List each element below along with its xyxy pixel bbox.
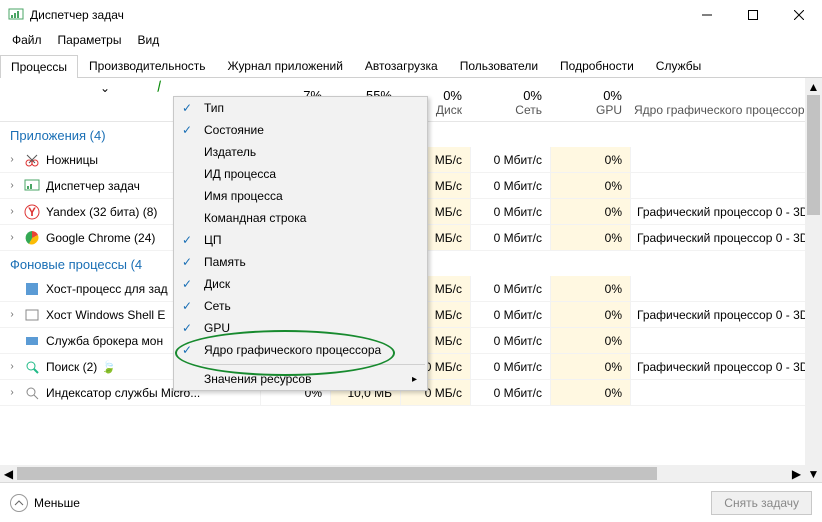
svg-text:Y: Y: [28, 205, 36, 219]
ctx-command-line[interactable]: Командная строка: [174, 207, 427, 229]
expand-icon[interactable]: ›: [6, 154, 18, 165]
process-name: Хост Windows Shell E: [46, 308, 165, 322]
process-name: Google Chrome (24): [46, 231, 155, 245]
snipping-icon: [24, 152, 40, 168]
search-app-icon: [24, 359, 40, 375]
sort-chevron-icon: ⌄: [100, 81, 110, 95]
menu-file[interactable]: Файл: [4, 31, 50, 49]
window-title: Диспетчер задач: [30, 8, 684, 22]
expand-icon[interactable]: ›: [6, 180, 18, 191]
ctx-type[interactable]: ✓Тип: [174, 97, 427, 119]
process-name: Служба брокера мон: [46, 334, 163, 348]
tab-processes[interactable]: Процессы: [0, 55, 78, 78]
check-icon: ✓: [182, 277, 192, 291]
app-icon: [8, 7, 24, 23]
ctx-disk[interactable]: ✓Диск: [174, 273, 427, 295]
check-icon: ✓: [182, 123, 192, 137]
scroll-left-button[interactable]: ◀: [0, 465, 17, 482]
column-gpu-engine[interactable]: .Ядро графического процессора: [630, 78, 820, 121]
process-name: Ножницы: [46, 153, 98, 167]
service-icon: [24, 333, 40, 349]
process-name: Диспетчер задач: [46, 179, 140, 193]
yandex-icon: Y: [24, 204, 40, 220]
horizontal-scrollbar[interactable]: ◀ ▶: [0, 465, 805, 482]
chrome-icon: [24, 230, 40, 246]
scroll-up-button[interactable]: ▲: [805, 78, 822, 95]
ctx-memory[interactable]: ✓Память: [174, 251, 427, 273]
expand-icon[interactable]: ›: [6, 309, 18, 320]
chevron-up-circle-icon: [10, 494, 28, 512]
ctx-status[interactable]: ✓Состояние: [174, 119, 427, 141]
ctx-resource-values[interactable]: Значения ресурсов▸: [174, 368, 427, 390]
leaf-icon: 🍃: [101, 360, 116, 374]
menubar: Файл Параметры Вид: [0, 30, 822, 50]
maximize-button[interactable]: [730, 0, 776, 30]
tab-services[interactable]: Службы: [645, 54, 712, 77]
process-name: Хост-процесс для зад: [46, 282, 168, 296]
tab-users[interactable]: Пользователи: [449, 54, 549, 77]
minimize-button[interactable]: [684, 0, 730, 30]
tab-app-history[interactable]: Журнал приложений: [217, 54, 354, 77]
column-gpu[interactable]: 0%GPU: [550, 78, 630, 121]
column-network[interactable]: 0%Сеть: [470, 78, 550, 121]
ctx-publisher[interactable]: Издатель: [174, 141, 427, 163]
check-icon: ✓: [182, 299, 192, 313]
menu-view[interactable]: Вид: [129, 31, 167, 49]
menu-options[interactable]: Параметры: [50, 31, 130, 49]
tab-bar: Процессы Производительность Журнал прило…: [0, 54, 822, 78]
check-icon: ✓: [182, 101, 192, 115]
fewer-label: Меньше: [34, 496, 80, 510]
submenu-arrow-icon: ▸: [412, 374, 417, 385]
check-icon: ✓: [182, 321, 192, 335]
check-icon: ✓: [182, 255, 192, 269]
expand-icon[interactable]: ›: [6, 232, 18, 243]
fewer-details-button[interactable]: Меньше: [10, 494, 80, 512]
indexer-icon: [24, 385, 40, 401]
shell-icon: [24, 307, 40, 323]
tab-startup[interactable]: Автозагрузка: [354, 54, 449, 77]
scroll-thumb[interactable]: [807, 95, 820, 215]
annotation-caret: ⁄: [155, 78, 163, 94]
ctx-cpu[interactable]: ✓ЦП: [174, 229, 427, 251]
tab-performance[interactable]: Производительность: [78, 54, 216, 77]
ctx-process-name[interactable]: Имя процесса: [174, 185, 427, 207]
taskmgr-icon: [24, 178, 40, 194]
scroll-right-button[interactable]: ▶: [788, 465, 805, 482]
scroll-down-button[interactable]: ▼: [805, 465, 822, 482]
scroll-thumb[interactable]: [17, 467, 657, 480]
generic-app-icon: [24, 281, 40, 297]
end-task-button[interactable]: Снять задачу: [711, 491, 812, 515]
titlebar: Диспетчер задач: [0, 0, 822, 30]
tab-details[interactable]: Подробности: [549, 54, 645, 77]
expand-icon[interactable]: ›: [6, 206, 18, 217]
vertical-scrollbar[interactable]: ▲ ▼: [805, 78, 822, 482]
ctx-pid[interactable]: ИД процесса: [174, 163, 427, 185]
ctx-gpu[interactable]: ✓GPU: [174, 317, 427, 339]
check-icon: ✓: [182, 343, 192, 357]
check-icon: ✓: [182, 233, 192, 247]
ctx-gpu-engine[interactable]: ✓Ядро графического процессора: [174, 339, 427, 361]
expand-icon[interactable]: ›: [6, 387, 18, 398]
process-name: Yandex (32 бита) (8): [46, 205, 157, 219]
footer: Меньше Снять задачу: [0, 482, 822, 522]
process-name: Поиск (2): [46, 360, 97, 374]
close-button[interactable]: [776, 0, 822, 30]
separator: [202, 364, 425, 365]
column-context-menu: ✓Тип ✓Состояние Издатель ИД процесса Имя…: [173, 96, 428, 391]
ctx-network[interactable]: ✓Сеть: [174, 295, 427, 317]
expand-icon[interactable]: ›: [6, 361, 18, 372]
